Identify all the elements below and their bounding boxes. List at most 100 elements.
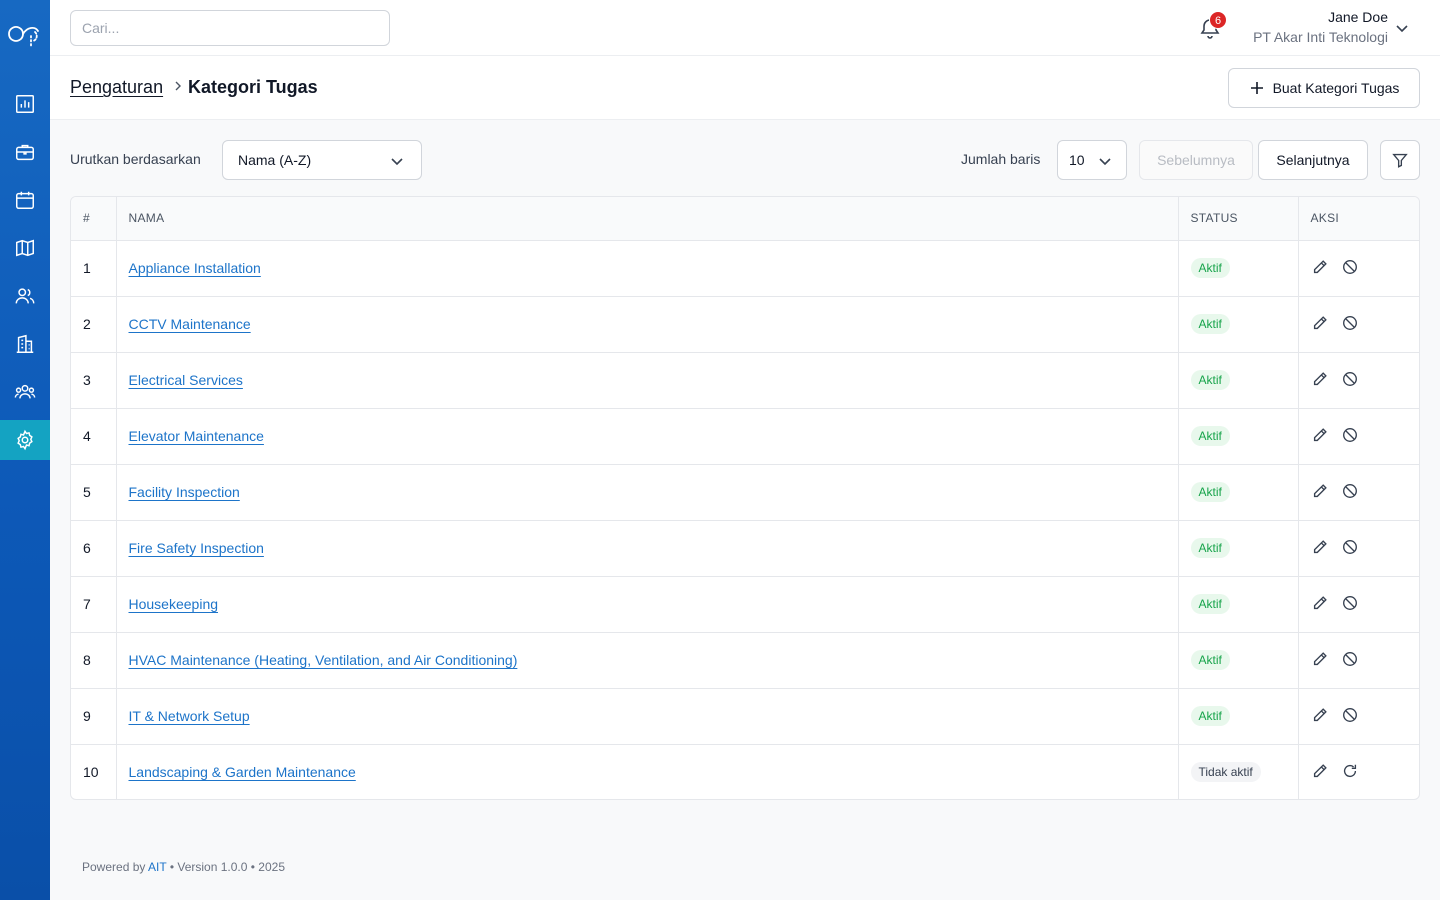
previous-page-button[interactable]: Sebelumnya <box>1139 140 1253 180</box>
filter-button[interactable] <box>1380 140 1420 180</box>
row-number: 4 <box>71 408 117 465</box>
deactivate-button[interactable] <box>1341 258 1359 279</box>
category-name-link[interactable]: IT & Network Setup <box>129 708 250 724</box>
edit-button[interactable] <box>1311 258 1329 279</box>
sidebar-item-users[interactable] <box>0 276 50 316</box>
chevron-down-icon[interactable] <box>1394 20 1410 36</box>
category-name-link[interactable]: CCTV Maintenance <box>129 316 251 332</box>
row-actions-cell <box>1298 240 1419 297</box>
footer-brand-link[interactable]: AIT <box>148 860 166 874</box>
ban-icon <box>1342 315 1357 330</box>
users-icon <box>15 288 35 304</box>
deactivate-button[interactable] <box>1341 482 1359 503</box>
edit-button[interactable] <box>1311 538 1329 559</box>
briefcase-icon <box>16 144 34 161</box>
category-name-link[interactable]: Electrical Services <box>129 372 243 388</box>
next-page-button[interactable]: Selanjutnya <box>1258 140 1368 180</box>
column-header-status[interactable]: STATUS <box>1178 197 1299 241</box>
deactivate-button[interactable] <box>1341 370 1359 391</box>
sidebar-item-settings[interactable] <box>0 420 50 460</box>
row-status-cell: Aktif <box>1178 296 1299 353</box>
table-row: 5 Facility Inspection Aktif <box>71 464 1419 521</box>
ban-icon <box>1342 483 1357 498</box>
deactivate-button[interactable] <box>1341 706 1359 727</box>
edit-button[interactable] <box>1311 482 1329 503</box>
row-status-cell: Aktif <box>1178 408 1299 465</box>
edit-button[interactable] <box>1311 706 1329 727</box>
breadcrumb-parent-link[interactable]: Pengaturan <box>70 77 163 98</box>
deactivate-button[interactable] <box>1341 426 1359 447</box>
edit-button[interactable] <box>1311 314 1329 335</box>
rows-per-page-select[interactable]: 10 <box>1057 140 1127 180</box>
chevron-down-icon <box>391 158 403 166</box>
deactivate-button[interactable] <box>1341 538 1359 559</box>
pencil-icon <box>1313 315 1327 329</box>
search-input[interactable] <box>70 10 390 46</box>
status-badge: Aktif <box>1190 650 1230 670</box>
footer: Powered by AIT • Version 1.0.0 • 2025 <box>82 860 285 874</box>
row-status-cell: Tidak aktif <box>1178 744 1299 799</box>
create-category-button[interactable]: Buat Kategori Tugas <box>1228 68 1420 108</box>
category-name-link[interactable]: Fire Safety Inspection <box>129 540 264 556</box>
ban-icon <box>1342 259 1357 274</box>
page-title: Kategori Tugas <box>188 77 318 97</box>
notification-badge: 6 <box>1209 11 1227 29</box>
rows-per-page-label: Jumlah baris <box>961 151 1041 167</box>
create-category-label: Buat Kategori Tugas <box>1272 80 1400 96</box>
deactivate-button[interactable] <box>1341 650 1359 671</box>
deactivate-button[interactable] <box>1341 314 1359 335</box>
category-name-link[interactable]: Elevator Maintenance <box>129 428 264 444</box>
row-actions-cell <box>1298 744 1419 799</box>
category-name-link[interactable]: Appliance Installation <box>129 260 261 276</box>
status-badge: Aktif <box>1190 370 1230 390</box>
row-name-cell: Landscaping & Garden Maintenance <box>116 744 1179 799</box>
table-row: 6 Fire Safety Inspection Aktif <box>71 520 1419 577</box>
sidebar-item-jobs[interactable] <box>0 132 50 172</box>
edit-button[interactable] <box>1311 370 1329 391</box>
sidebar-item-teams[interactable] <box>0 372 50 412</box>
plus-icon <box>1250 82 1263 94</box>
category-name-link[interactable]: Facility Inspection <box>129 484 240 500</box>
status-badge: Aktif <box>1190 314 1230 334</box>
row-status-cell: Aktif <box>1178 352 1299 409</box>
user-name[interactable]: Jane Doe <box>1328 9 1388 25</box>
reactivate-button[interactable] <box>1341 762 1359 783</box>
column-header-actions: AKSI <box>1298 197 1419 241</box>
sidebar-item-buildings[interactable] <box>0 324 50 364</box>
refresh-icon <box>1343 764 1356 777</box>
column-header-name[interactable]: NAMA <box>116 197 1179 241</box>
row-number: 10 <box>71 744 117 799</box>
row-number: 2 <box>71 296 117 353</box>
user-organization[interactable]: PT Akar Inti Teknologi <box>1253 29 1388 45</box>
pencil-icon <box>1313 763 1327 777</box>
pencil-icon <box>1313 595 1327 609</box>
edit-button[interactable] <box>1311 762 1329 783</box>
row-status-cell: Aktif <box>1178 688 1299 745</box>
pencil-icon <box>1313 371 1327 385</box>
edit-button[interactable] <box>1311 426 1329 447</box>
chevron-down-icon <box>1099 158 1111 166</box>
category-name-link[interactable]: Landscaping & Garden Maintenance <box>129 764 356 780</box>
rows-per-page-value: 10 <box>1069 152 1085 168</box>
sidebar-item-calendar[interactable] <box>0 180 50 220</box>
row-name-cell: Electrical Services <box>116 352 1179 409</box>
sidebar-item-dashboard[interactable] <box>0 84 50 124</box>
row-name-cell: IT & Network Setup <box>116 688 1179 745</box>
sidebar-item-map[interactable] <box>0 228 50 268</box>
sort-select[interactable]: Nama (A-Z) <box>222 140 422 180</box>
row-name-cell: HVAC Maintenance (Heating, Ventilation, … <box>116 632 1179 689</box>
row-name-cell: Fire Safety Inspection <box>116 520 1179 577</box>
pencil-icon <box>1313 483 1327 497</box>
ban-icon <box>1342 539 1357 554</box>
page-header: Pengaturan Kategori Tugas Buat Kategori … <box>50 56 1440 120</box>
edit-button[interactable] <box>1311 594 1329 615</box>
table-row: 10 Landscaping & Garden Maintenance Tidak … <box>71 744 1419 799</box>
category-name-link[interactable]: HVAC Maintenance (Heating, Ventilation, … <box>129 652 518 668</box>
category-name-link[interactable]: Housekeeping <box>129 596 219 612</box>
row-actions-cell <box>1298 352 1419 409</box>
app-logo[interactable] <box>5 14 45 54</box>
row-name-cell: Housekeeping <box>116 576 1179 633</box>
deactivate-button[interactable] <box>1341 594 1359 615</box>
edit-button[interactable] <box>1311 650 1329 671</box>
table-row: 3 Electrical Services Aktif <box>71 352 1419 409</box>
